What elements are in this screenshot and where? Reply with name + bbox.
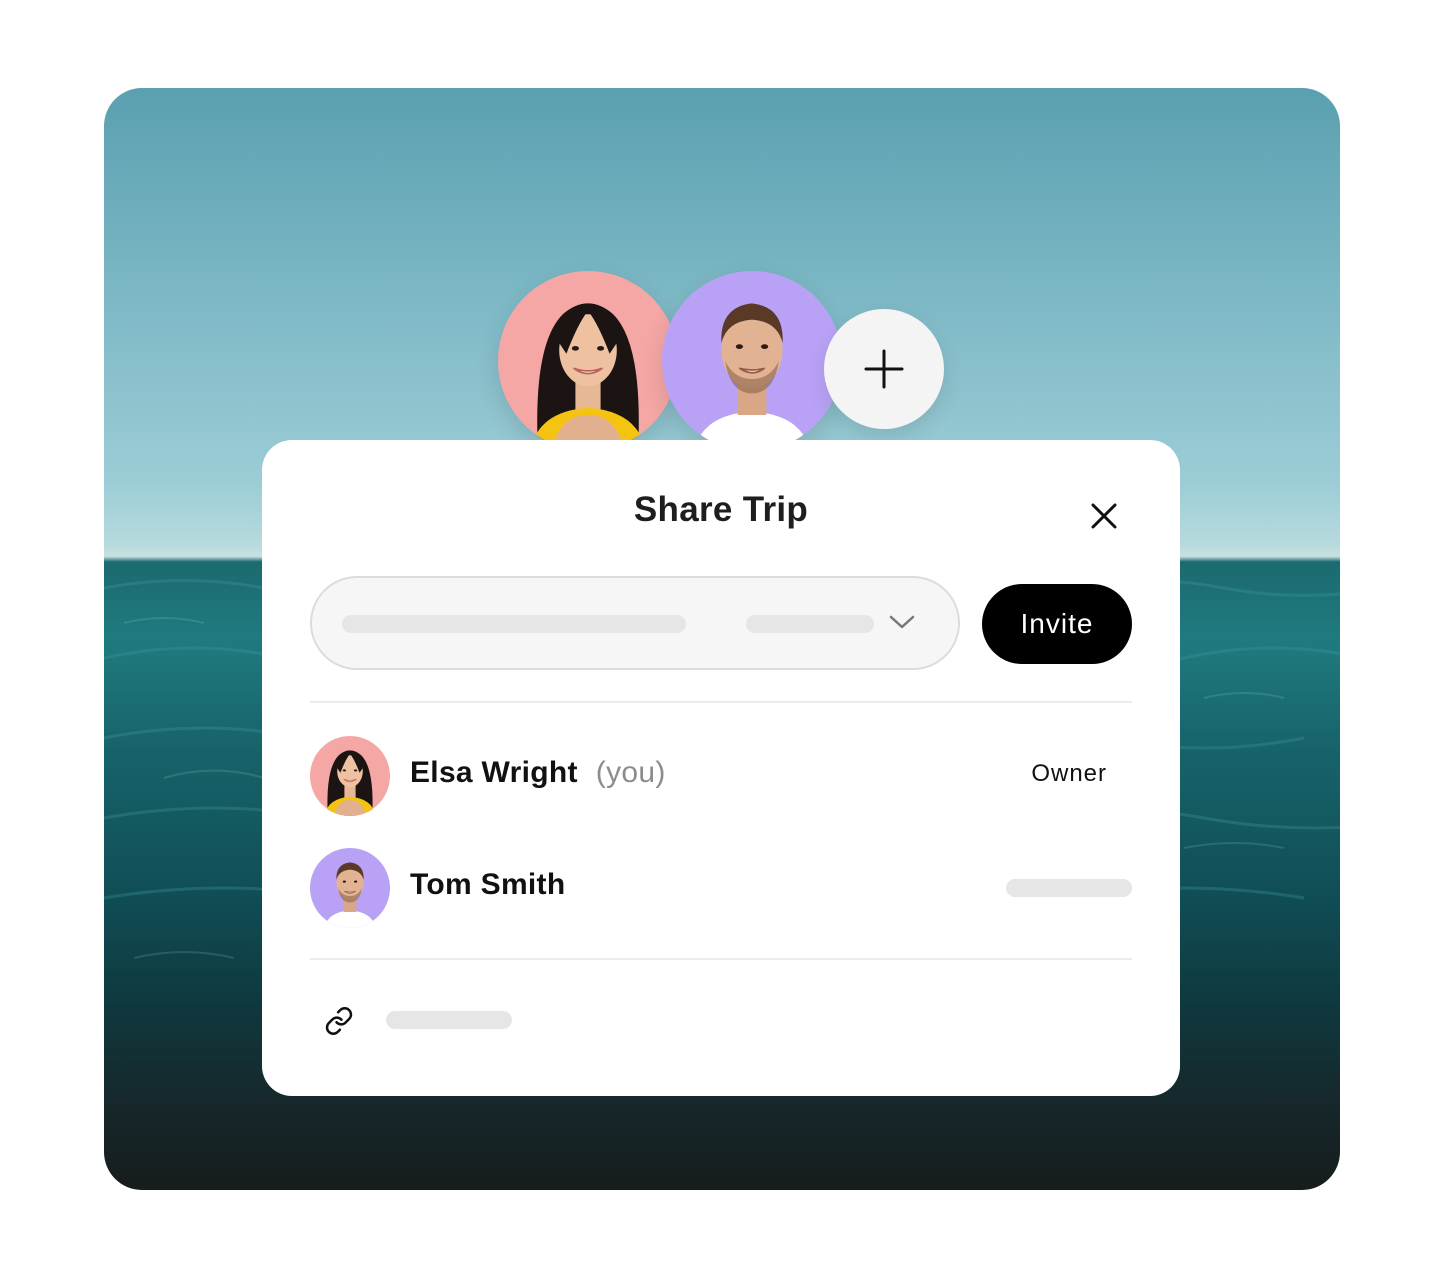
input-placeholder-skeleton	[342, 615, 686, 633]
tom-avatar-large	[662, 271, 842, 451]
dialog-title: Share Trip	[633, 490, 809, 529]
collaborator-name: Tom Smith	[410, 868, 566, 901]
plus-icon	[864, 349, 904, 389]
permission-select-skeleton[interactable]	[746, 615, 874, 633]
collaborator-row[interactable]: Tom Smith	[310, 848, 1132, 930]
divider	[310, 958, 1132, 960]
collaborator-name: Elsa Wright (you)	[410, 756, 666, 789]
collaborator-row[interactable]: Elsa Wright (you) Owner	[310, 736, 1132, 818]
role-select-skeleton[interactable]	[1006, 879, 1132, 897]
invite-email-input[interactable]	[310, 576, 960, 670]
close-icon[interactable]	[1084, 496, 1124, 536]
share-trip-dialog: Share Trip Invite Elsa Wright (you) Owner…	[262, 440, 1180, 1096]
copy-link-skeleton[interactable]	[386, 1011, 512, 1029]
role-owner: Owner	[1031, 760, 1107, 787]
elsa-avatar-large	[498, 271, 678, 451]
add-collaborator-button[interactable]	[824, 309, 944, 429]
avatar	[310, 736, 390, 816]
divider	[310, 701, 1132, 703]
link-icon[interactable]	[324, 1006, 354, 1036]
invite-button[interactable]: Invite	[982, 584, 1132, 664]
you-label: (you)	[595, 756, 666, 789]
chevron-down-icon[interactable]	[888, 612, 916, 632]
avatar	[310, 848, 390, 928]
